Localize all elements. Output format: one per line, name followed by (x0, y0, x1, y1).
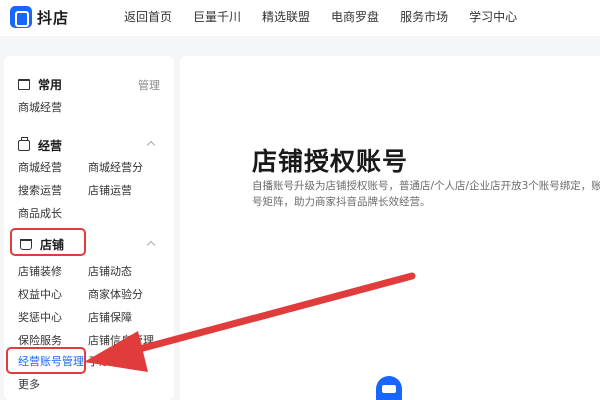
nav-item-service-market[interactable]: 服务市场 (400, 9, 448, 25)
logo[interactable]: 抖店 (10, 6, 69, 28)
logo-text: 抖店 (37, 8, 70, 27)
nav-item-alliance[interactable]: 精选联盟 (262, 9, 310, 25)
store-icon (20, 239, 32, 250)
sidebar: 常用 管理 商城经营 经营 商城经营 商城经营分 搜索运营 店铺运营 商品成长 … (4, 56, 174, 400)
page-title: 店铺授权账号 (252, 147, 409, 176)
manage-link[interactable]: 管理 (138, 77, 160, 93)
sidebar-item-operating-account[interactable]: 经营账号管理 (18, 355, 84, 369)
section-operate-title: 经营 (38, 139, 63, 153)
shield-icon (376, 376, 402, 400)
chevron-up-icon[interactable] (146, 140, 156, 150)
sidebar-item-mall-operation[interactable]: 商城经营 (18, 101, 62, 115)
chevron-up-icon[interactable] (146, 240, 156, 250)
section-store-title: 店铺 (40, 238, 65, 252)
top-nav: 返回首页 巨量千川 精选联盟 电商罗盘 服务市场 学习中心 (124, 9, 538, 25)
top-navigation-bar: 抖店 返回首页 巨量千川 精选联盟 电商罗盘 服务市场 学习中心 (0, 0, 600, 36)
doudian-logo-icon (10, 6, 32, 28)
sidebar-item-store-decoration[interactable]: 店铺装修 (18, 265, 62, 279)
sidebar-item-more[interactable]: 更多 (18, 378, 40, 392)
sidebar-item-reward-penalty[interactable]: 奖惩中心 (18, 311, 62, 325)
sidebar-item-store-guarantee[interactable]: 店铺保障 (88, 311, 132, 325)
section-store-header[interactable]: 店铺 (20, 236, 64, 253)
sidebar-item-store-info[interactable]: 店铺信息管理 (88, 334, 154, 348)
sidebar-item-search-ops[interactable]: 搜索运营 (18, 184, 62, 198)
sidebar-item-rights-center[interactable]: 权益中心 (18, 288, 62, 302)
section-common-title: 常用 (38, 78, 63, 92)
section-operate-header[interactable]: 经营 (18, 137, 62, 154)
nav-item-qianchuan[interactable]: 巨量千川 (193, 9, 241, 25)
sidebar-item-insurance[interactable]: 保险服务 (18, 334, 62, 348)
main-content: 店铺授权账号 自播账号升级为店铺授权账号，普通店/个人店/企业店开放3个账号绑定… (180, 56, 600, 400)
nav-item-home[interactable]: 返回首页 (124, 9, 172, 25)
sidebar-item-mall-operation-2[interactable]: 商城经营 (18, 161, 62, 175)
page-description: 自播账号升级为店铺授权账号，普通店/个人店/企业店开放3个账号绑定，账号矩阵，助… (252, 180, 600, 208)
sidebar-item-store-news[interactable]: 店铺动态 (88, 265, 132, 279)
nav-item-compass[interactable]: 电商罗盘 (331, 9, 379, 25)
sidebar-item-store-ops[interactable]: 店铺运营 (88, 184, 132, 198)
sidebar-item-experience-score[interactable]: 商家体验分 (88, 288, 143, 302)
sidebar-item-product-growth[interactable]: 商品成长 (18, 207, 62, 221)
folder-icon (18, 79, 30, 90)
section-common-header[interactable]: 常用 (18, 76, 62, 93)
briefcase-icon (18, 137, 30, 151)
sidebar-item-mall-score[interactable]: 商城经营分 (88, 161, 143, 175)
nav-item-learning-center[interactable]: 学习中心 (469, 9, 517, 25)
sidebar-item-sub-account[interactable]: 子账号管理 (88, 355, 143, 369)
